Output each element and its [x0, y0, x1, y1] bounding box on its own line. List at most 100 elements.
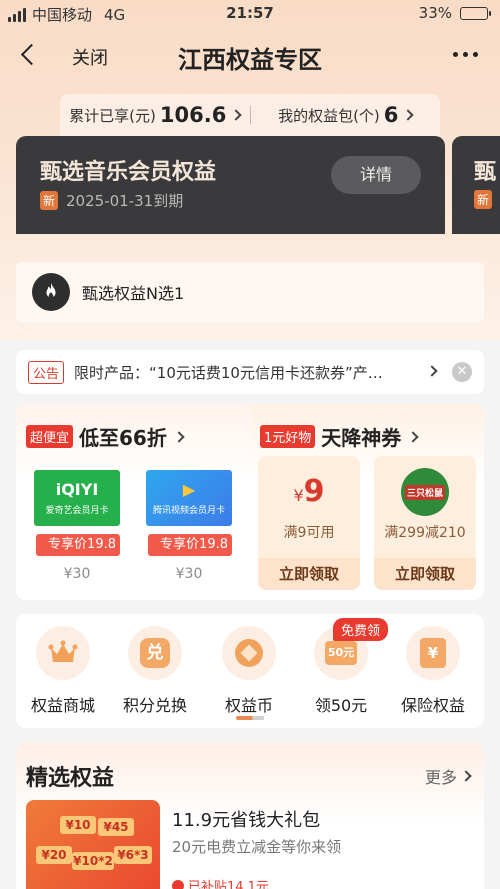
back-button[interactable]: [14, 40, 44, 70]
featured-item-name[interactable]: 11.9元省钱大礼包: [172, 806, 320, 832]
coupon-condition: 满9可用: [283, 525, 335, 541]
exclusive-price: 专享价19.8: [36, 534, 120, 556]
coupon-box-glyph: 50元: [325, 641, 357, 665]
n-choose-one-entry[interactable]: 甄选权益N选1: [16, 262, 484, 322]
coin-icon: [222, 626, 276, 680]
my-packages[interactable]: 我的权益包(个) 6: [251, 103, 441, 127]
new-badge: 新: [474, 190, 493, 209]
coupon-condition: 满299减210: [384, 525, 466, 541]
notice-text: 限时产品：“10元话费10元信用卡还款券”产品...: [74, 363, 395, 382]
service-label: 权益币: [224, 696, 273, 715]
member-card-next[interactable]: 甄 新: [452, 136, 500, 234]
status-bar: 中国移动 4G 21:57 33%: [0, 0, 500, 28]
deals-section: 超便宜 低至66折 iQIYI 爱奇艺会员月卡 专享价19.8 ¥30 ▶ 腾讯…: [16, 404, 484, 600]
exchange-glyph: 兑: [140, 638, 170, 668]
vip-card-sub: 爱奇艺会员月卡: [45, 506, 109, 516]
chevron-right-icon: [402, 109, 415, 121]
service-rights-coin[interactable]: 权益币: [204, 626, 294, 716]
more-link[interactable]: 更多: [424, 764, 472, 788]
coupon-title: 天降神券: [321, 426, 402, 450]
cumulative-saved[interactable]: 累计已享(元) 106.6: [60, 103, 250, 127]
vip-card-sub: 腾讯视频会员月卡: [152, 506, 225, 516]
service-points-exchange[interactable]: 兑 积分兑换: [110, 626, 200, 716]
service-label: 领50元: [314, 696, 368, 715]
service-insurance[interactable]: ¥ 保险权益: [388, 626, 478, 716]
member-card-title: 甄: [474, 160, 497, 185]
service-label: 积分兑换: [122, 696, 187, 715]
more-menu-button[interactable]: [453, 52, 478, 57]
claim-button[interactable]: 立即领取: [258, 558, 360, 590]
featured-subsidy: 已补贴14.1元: [172, 876, 269, 889]
currency-symbol: ¥: [293, 486, 304, 505]
member-card-title: 甄选音乐会员权益: [40, 160, 217, 185]
featured-section: 精选权益 更多 ¥10 ¥45 ¥20 ¥10*2 ¥6*3 11.9元省钱大礼…: [16, 742, 484, 889]
voucher-tile: ¥10: [60, 816, 96, 834]
voucher-tile: ¥20: [36, 846, 72, 864]
service-rights-mall[interactable]: 权益商城: [18, 626, 108, 716]
iqiyi-logo: iQIYI: [55, 480, 99, 499]
chevron-right-icon: [173, 430, 185, 443]
service-label: 权益商城: [30, 696, 95, 715]
nav-bar: 关闭 江西权益专区: [0, 30, 500, 82]
insurance-glyph: ¥: [420, 638, 446, 668]
cumulative-value: 106.6: [159, 103, 227, 127]
three-squirrels-logo: 三只松鼠: [401, 468, 449, 516]
close-button[interactable]: 关闭: [72, 44, 108, 70]
notice-bar[interactable]: 公告 限时产品：“10元话费10元信用卡还款券”产品... ✕: [16, 350, 484, 394]
notice-tag: 公告: [28, 360, 65, 384]
exclusive-price: 专享价19.8: [148, 534, 232, 556]
coupon-value: 9: [303, 474, 325, 509]
battery-percent: 33%: [418, 4, 452, 22]
detail-button[interactable]: 详情: [331, 156, 421, 194]
voucher-tile: ¥10*2: [72, 852, 114, 870]
expiry-date: 2025-01-31到期: [66, 192, 184, 210]
flame-icon: [32, 273, 70, 311]
shield-icon: ¥: [406, 626, 460, 680]
chevron-right-icon: [460, 770, 472, 782]
iqiyi-card[interactable]: iQIYI 爱奇艺会员月卡: [34, 470, 120, 526]
service-label: 保险权益: [400, 696, 465, 715]
coupon-panel: 1元好物 天降神券 ¥9 满9可用 立即领取 三只松鼠 满299减210 立即领…: [252, 404, 484, 600]
voucher-tile: ¥6*3: [114, 846, 152, 864]
gift-pack-image[interactable]: ¥10 ¥45 ¥20 ¥10*2 ¥6*3: [26, 800, 160, 889]
member-card[interactable]: 甄选音乐会员权益 新 2025-01-31到期 详情: [16, 136, 445, 234]
coupon-card[interactable]: 三只松鼠 满299减210 立即领取: [374, 456, 476, 590]
battery-icon: [460, 6, 491, 20]
member-card-expiry: 新 2025-01-31到期: [40, 190, 183, 211]
coupon-tag: 1元好物: [260, 425, 316, 448]
services-grid: 权益商城 兑 积分兑换 权益币 50元 领50元 ¥ 保险权益: [16, 614, 484, 728]
discount-panel: 超便宜 低至66折 iQIYI 爱奇艺会员月卡 专享价19.8 ¥30 ▶ 腾讯…: [16, 404, 252, 600]
crown-icon: [36, 626, 90, 680]
packages-value: 6: [383, 103, 399, 127]
discount-tag: 超便宜: [26, 425, 74, 448]
n-choose-one-label: 甄选权益N选1: [82, 284, 185, 303]
exchange-icon: 兑: [128, 626, 182, 680]
subsidy-text: 已补贴14.1元: [188, 880, 269, 889]
original-price: ¥30: [63, 566, 91, 582]
tencent-video-card[interactable]: ▶ 腾讯视频会员月卡: [146, 470, 232, 526]
chevron-right-icon: [230, 109, 242, 121]
coupon-card[interactable]: ¥9 满9可用 立即领取: [258, 456, 360, 590]
cumulative-label: 累计已享(元): [69, 106, 156, 125]
claim-button[interactable]: 立即领取: [374, 558, 476, 590]
subsidy-icon: [172, 879, 184, 889]
free-claim-badge: 免费领: [333, 618, 389, 641]
discount-header[interactable]: 超便宜 低至66折: [26, 422, 185, 451]
voucher-tile: ¥45: [98, 818, 134, 836]
play-icon: ▶: [182, 480, 196, 499]
stats-bar: 累计已享(元) 106.6 我的权益包(个) 6: [60, 94, 440, 136]
featured-title: 精选权益: [26, 766, 115, 791]
close-icon[interactable]: ✕: [452, 362, 472, 382]
scroll-indicator: [236, 716, 264, 720]
brand-logo-text: 三只松鼠: [404, 484, 445, 500]
coupon-header[interactable]: 1元好物 天降神券: [260, 422, 419, 451]
coupon-amount: ¥9: [258, 474, 360, 509]
packages-label: 我的权益包(个): [278, 106, 380, 125]
status-right: 33%: [418, 4, 491, 22]
new-badge: 新: [40, 191, 59, 210]
more-label: 更多: [424, 768, 457, 787]
featured-item-desc: 20元电费立减金等你来领: [172, 838, 342, 856]
discount-title: 低至66折: [79, 426, 167, 450]
chevron-right-icon[interactable]: [426, 365, 438, 377]
original-price: ¥30: [175, 566, 203, 582]
